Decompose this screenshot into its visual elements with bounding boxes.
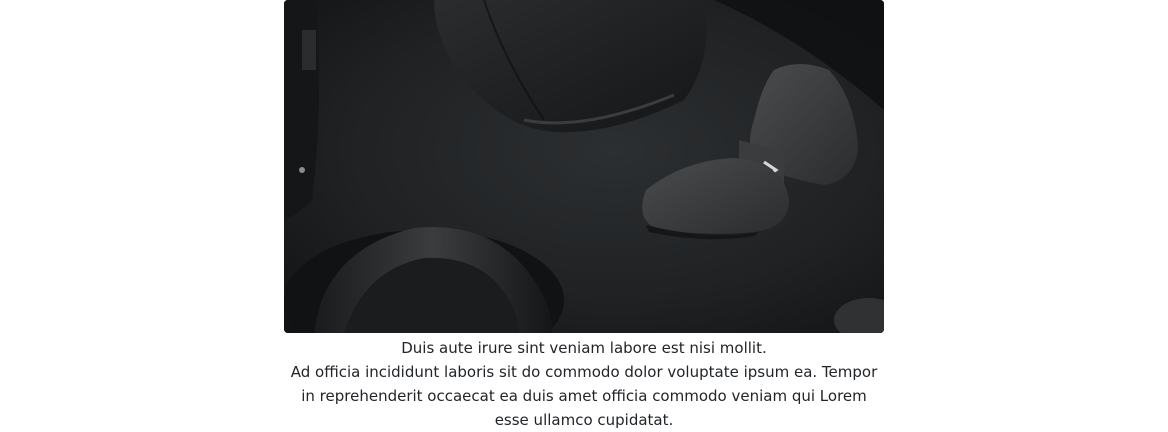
- slide-image: [284, 0, 884, 333]
- caption-text: Ad officia incididunt laboris sit do com…: [290, 363, 878, 429]
- carousel-slide: Duis aute irure sint veniam labore est n…: [284, 0, 884, 432]
- caption-title: Duis aute irure sint veniam labore est n…: [401, 339, 767, 357]
- slide-caption: Duis aute irure sint veniam labore est n…: [284, 336, 884, 432]
